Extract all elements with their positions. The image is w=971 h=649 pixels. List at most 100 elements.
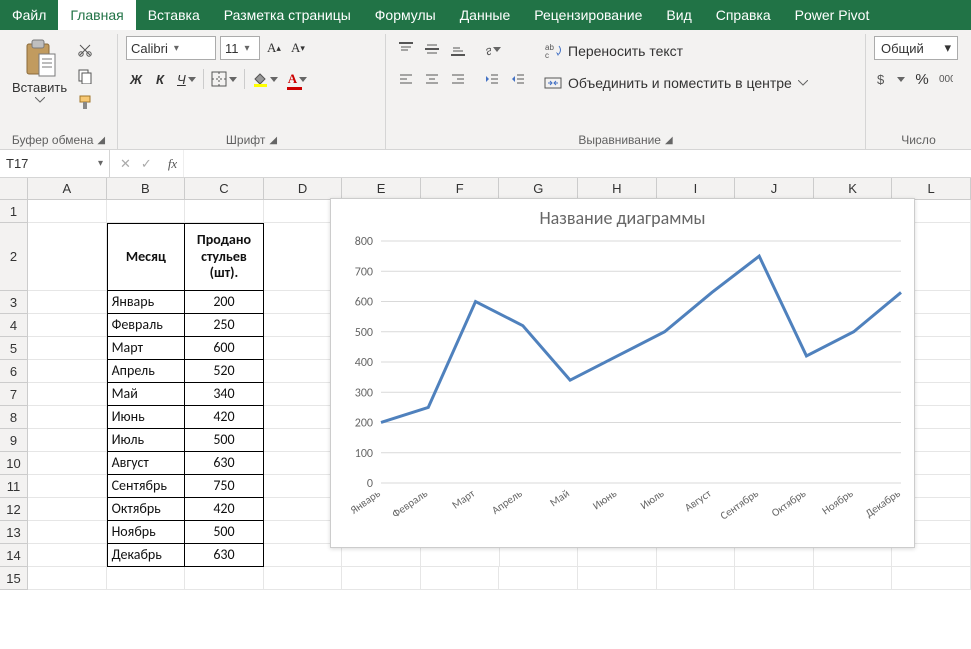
cell[interactable]: Месяц [107, 223, 186, 291]
cell[interactable]: Июнь [107, 406, 186, 429]
menu-tab-справка[interactable]: Справка [704, 0, 783, 30]
cell[interactable] [28, 406, 107, 429]
menu-tab-файл[interactable]: Файл [0, 0, 58, 30]
menu-tab-power-pivot[interactable]: Power Pivot [783, 0, 882, 30]
cell[interactable] [185, 567, 264, 590]
enter-formula-button[interactable]: ✓ [141, 156, 152, 172]
fx-label[interactable]: fx [162, 156, 183, 172]
cell[interactable] [28, 383, 107, 406]
cell[interactable]: 750 [185, 475, 264, 498]
cell[interactable] [264, 567, 343, 590]
row-header[interactable]: 2 [0, 223, 27, 291]
underline-button[interactable]: Ч [174, 68, 199, 90]
cell[interactable] [499, 567, 578, 590]
menu-tab-главная[interactable]: Главная [58, 0, 135, 30]
cell[interactable]: Февраль [107, 314, 186, 337]
row-header[interactable]: 7 [0, 383, 27, 406]
align-middle-button[interactable] [420, 38, 444, 60]
cell[interactable] [107, 567, 186, 590]
cell[interactable] [814, 567, 893, 590]
cell[interactable] [28, 223, 107, 291]
cell[interactable] [107, 200, 186, 223]
cell[interactable] [28, 452, 107, 475]
increase-font-button[interactable]: A▴ [264, 37, 284, 59]
row-header[interactable]: 15 [0, 567, 27, 590]
decrease-font-button[interactable]: A▾ [288, 37, 308, 59]
cell[interactable]: Август [107, 452, 186, 475]
italic-button[interactable]: К [150, 68, 170, 90]
menu-tab-данные[interactable]: Данные [448, 0, 523, 30]
cell[interactable] [28, 429, 107, 452]
cell[interactable] [421, 567, 500, 590]
column-header[interactable]: C [185, 178, 264, 199]
cell[interactable] [28, 521, 107, 544]
cell[interactable]: 500 [185, 429, 264, 452]
cell[interactable]: Декабрь [107, 544, 186, 567]
cell[interactable]: 420 [185, 498, 264, 521]
cell[interactable] [185, 200, 264, 223]
bold-button[interactable]: Ж [126, 68, 146, 90]
cell[interactable]: 600 [185, 337, 264, 360]
name-box[interactable]: T17 ▾ [0, 150, 110, 177]
menu-tab-вид[interactable]: Вид [654, 0, 703, 30]
dialog-launcher-icon[interactable]: ◢ [97, 135, 105, 146]
cell[interactable] [28, 360, 107, 383]
cell[interactable] [735, 567, 814, 590]
cell[interactable] [28, 291, 107, 314]
percent-button[interactable]: % [912, 68, 932, 90]
font-size-combo[interactable]: 11 ▾ [220, 36, 260, 60]
cell[interactable] [28, 567, 107, 590]
cell[interactable]: 250 [185, 314, 264, 337]
row-header[interactable]: 8 [0, 406, 27, 429]
chart-title[interactable]: Название диаграммы [331, 199, 914, 233]
column-header[interactable]: K [814, 178, 893, 199]
cell[interactable] [28, 475, 107, 498]
cell[interactable]: Продано стульев (шт). [185, 223, 264, 291]
cell[interactable]: Январь [107, 291, 186, 314]
paste-button[interactable]: Вставить [8, 36, 71, 105]
comma-style-button[interactable]: 000 [936, 68, 956, 90]
select-all-corner[interactable] [0, 178, 28, 200]
row-header[interactable]: 12 [0, 498, 27, 521]
cell[interactable] [578, 567, 657, 590]
align-center-button[interactable] [420, 68, 444, 90]
cell[interactable] [28, 337, 107, 360]
row-header[interactable]: 3 [0, 291, 27, 314]
cell[interactable]: 500 [185, 521, 264, 544]
increase-indent-button[interactable] [506, 68, 530, 90]
row-header[interactable]: 4 [0, 314, 27, 337]
row-header[interactable]: 5 [0, 337, 27, 360]
dialog-launcher-icon[interactable]: ◢ [665, 135, 673, 146]
orientation-button[interactable]: ab [480, 38, 504, 60]
menu-tab-формулы[interactable]: Формулы [363, 0, 448, 30]
row-header[interactable]: 10 [0, 452, 27, 475]
column-header[interactable]: A [28, 178, 107, 199]
column-header[interactable]: J [735, 178, 814, 199]
menu-tab-вставка[interactable]: Вставка [136, 0, 212, 30]
cell[interactable] [892, 567, 971, 590]
cell[interactable]: Ноябрь [107, 521, 186, 544]
number-format-combo[interactable]: Общий ▾ [874, 36, 958, 60]
accounting-format-button[interactable]: $ [874, 68, 908, 90]
cell[interactable]: Апрель [107, 360, 186, 383]
column-header[interactable]: B [107, 178, 186, 199]
cell[interactable] [342, 567, 421, 590]
chart-object[interactable]: Название диаграммы 010020030040050060070… [330, 198, 915, 548]
row-header[interactable]: 9 [0, 429, 27, 452]
fill-color-button[interactable] [249, 68, 281, 90]
cut-button[interactable] [75, 40, 95, 60]
menu-tab-разметка-страницы[interactable]: Разметка страницы [212, 0, 363, 30]
column-header[interactable]: G [499, 178, 578, 199]
cell[interactable] [28, 200, 107, 223]
row-header[interactable]: 13 [0, 521, 27, 544]
align-left-button[interactable] [394, 68, 418, 90]
cell[interactable]: 420 [185, 406, 264, 429]
merge-center-button[interactable]: Объединить и поместить в центре [544, 70, 808, 96]
cell[interactable]: 630 [185, 544, 264, 567]
spreadsheet-grid[interactable]: ABCDEFGHIJKL 123456789101112131415 Месяц… [0, 178, 971, 649]
font-color-button[interactable]: А [285, 68, 310, 90]
cell[interactable]: Март [107, 337, 186, 360]
row-header[interactable]: 6 [0, 360, 27, 383]
column-header[interactable]: H [578, 178, 657, 199]
row-header[interactable]: 1 [0, 200, 27, 223]
